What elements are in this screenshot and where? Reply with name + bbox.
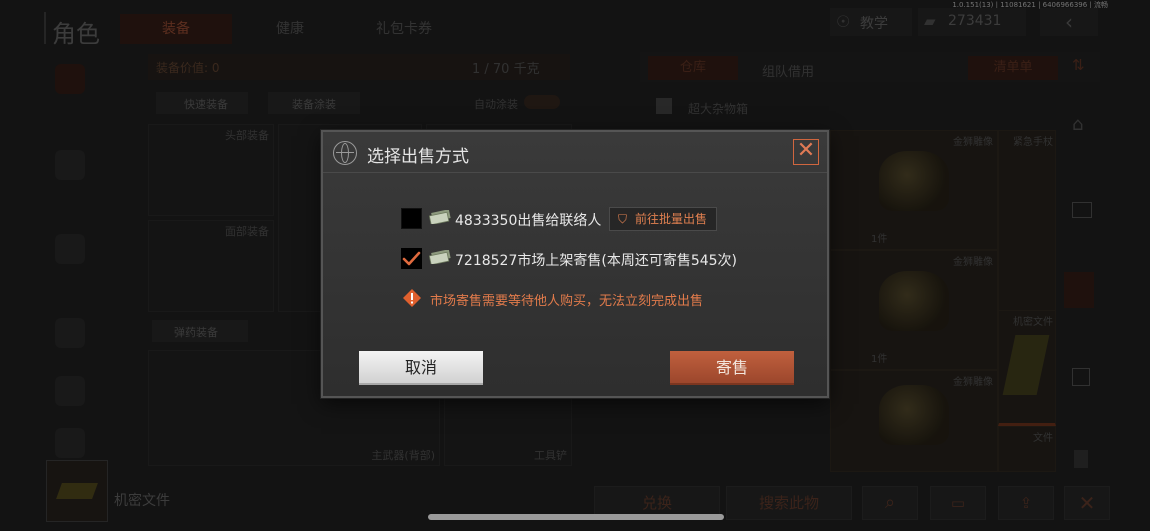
slot-head[interactable]: 头部装备 — [148, 124, 274, 216]
sell-method-dialog: 选择出售方式 ✕ 4833350出售给联络人 ⛉ 前往批量出售 7218527市… — [321, 130, 829, 398]
money-icon — [429, 250, 451, 264]
document-icon — [1002, 335, 1050, 395]
list-button[interactable]: 清单单 — [968, 56, 1058, 80]
sort-icon[interactable]: ⇅ — [1072, 56, 1085, 74]
gear-box-icon[interactable] — [55, 318, 85, 348]
market-consign-checkbox[interactable] — [401, 248, 422, 269]
storage-item-1[interactable]: 金狮雕像 1件 — [830, 130, 998, 250]
title-divider — [44, 12, 46, 44]
storage-item-2[interactable]: 金狮雕像 1件 — [830, 250, 998, 370]
equip-paint-button[interactable]: 装备涂装 — [268, 92, 360, 114]
character-icon[interactable] — [55, 64, 85, 94]
crate-icon — [656, 98, 672, 114]
auto-paint-toggle[interactable] — [524, 95, 560, 109]
box-icon-active[interactable] — [1064, 272, 1094, 308]
tutorial-label: 教学 — [860, 16, 888, 32]
document-icon — [56, 483, 98, 499]
tab-health[interactable]: 健康 — [234, 14, 346, 44]
cancel-button[interactable]: 取消 — [359, 351, 483, 385]
contact-text: 出售给联络人 — [517, 213, 602, 229]
container-label: 超大杂物箱 — [688, 102, 749, 116]
warning-message: 市场寄售需要等待他人购买，无法立刻完成出售 — [430, 294, 704, 309]
vest-icon[interactable] — [55, 150, 85, 180]
checkmark-icon — [402, 251, 421, 266]
sell-to-contact-option[interactable]: 4833350出售给联络人 — [455, 210, 601, 230]
bottom-item-label: 机密文件 — [114, 493, 170, 509]
batch-sell-label: 前往批量出售 — [635, 212, 708, 226]
close-icon[interactable]: ✕ — [1064, 486, 1110, 520]
market-consign-option[interactable]: 7218527市场上架寄售(本周还可寄售545次) — [455, 250, 737, 270]
contact-amount: 4833350 — [455, 213, 518, 229]
crate-icon[interactable] — [1072, 368, 1090, 386]
side-item-classified-file[interactable]: 机密文件 — [998, 310, 1056, 426]
close-icon[interactable]: ✕ — [793, 139, 819, 165]
gift-icon[interactable] — [55, 428, 85, 458]
loadout-icon[interactable] — [55, 376, 85, 406]
upload-icon[interactable]: ⇪ — [998, 486, 1054, 520]
batch-sell-button[interactable]: ⛉ 前往批量出售 — [609, 207, 717, 231]
magnifier-icon[interactable]: ⌕ — [862, 486, 918, 520]
side-item-file[interactable]: 文件 — [998, 426, 1056, 472]
currency-value: 273431 — [948, 13, 1002, 29]
tutorial-icon: ☉ — [836, 12, 851, 31]
side-item-cane[interactable]: 紧急手杖 — [998, 130, 1056, 312]
tab-warehouse[interactable]: 仓库 — [648, 56, 738, 80]
storage-item-3[interactable]: 金狮雕像 — [830, 370, 998, 472]
safe-icon[interactable] — [1072, 202, 1092, 218]
market-amount: 7218527 — [455, 253, 518, 269]
home-indicator[interactable] — [428, 514, 724, 520]
page-title: 角色 — [52, 20, 100, 48]
trash-icon[interactable]: ▭ — [930, 486, 986, 520]
currency-display: ▰ 273431 — [918, 8, 1026, 36]
lion-statue-image — [879, 271, 949, 331]
back-arrow-icon[interactable]: ‹ — [1040, 8, 1098, 36]
tab-gift-coupons[interactable]: 礼包卡券 — [348, 14, 460, 44]
auto-paint-label: 自动涂装 — [474, 98, 518, 111]
tutorial-button[interactable]: ☉ 教学 — [830, 8, 912, 36]
market-text: 市场上架寄售(本周还可寄售545次) — [517, 253, 738, 269]
cart-icon: ⛉ — [618, 212, 628, 226]
warning-icon — [403, 289, 421, 307]
quick-equip-button[interactable]: 快速装备 — [156, 92, 248, 114]
globe-icon — [333, 141, 357, 165]
consign-button[interactable]: 寄售 — [670, 351, 794, 385]
currency-icon: ▰ — [924, 12, 936, 30]
tool-icon[interactable] — [1074, 450, 1088, 468]
dialog-title: 选择出售方式 — [367, 147, 469, 167]
home-icon[interactable]: ⌂ — [1072, 114, 1083, 135]
search-item-button[interactable]: 搜索此物 — [726, 486, 852, 520]
classified-file-thumbnail[interactable] — [46, 460, 108, 522]
slot-face[interactable]: 面部装备 — [148, 220, 274, 312]
lion-statue-image — [879, 385, 949, 445]
equipment-value-bar: 装备价值: 0 1 / 70 千克 — [148, 54, 570, 80]
helmet-icon[interactable] — [55, 234, 85, 264]
tab-equipment[interactable]: 装备 — [120, 14, 232, 44]
ammo-gear-button[interactable]: 弹药装备 — [152, 320, 248, 342]
money-icon — [429, 210, 451, 224]
sell-to-contact-checkbox[interactable] — [401, 208, 422, 229]
weight-value: 1 / 70 千克 — [472, 62, 540, 77]
tab-team-borrow[interactable]: 组队借用 — [762, 61, 814, 80]
equipment-value: 装备价值: 0 — [156, 61, 220, 75]
lion-statue-image — [879, 151, 949, 211]
